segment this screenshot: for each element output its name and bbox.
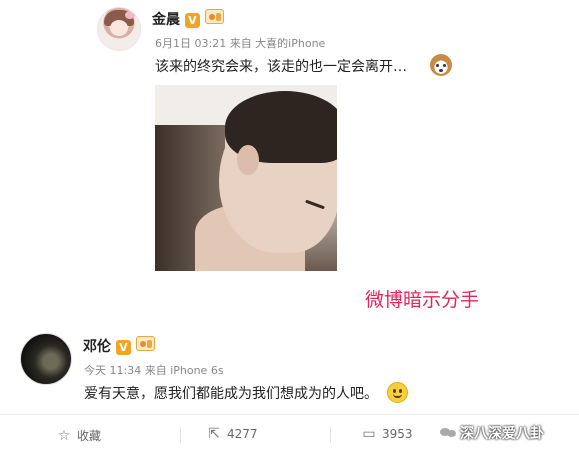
post2-header: 邓伦 V (83, 336, 155, 356)
dog-emoji-icon (430, 54, 452, 76)
author-name[interactable]: 金晨 (152, 12, 180, 28)
repost-icon: ⇱ (208, 426, 220, 442)
watermark-text: 深八深爱八卦 (460, 426, 544, 442)
post-meta: 6月1日 03:21 来自 大喜的iPhone (155, 37, 326, 50)
post-meta: 今天 11:34 来自 iPhone 6s (84, 364, 224, 377)
member-level-icon (204, 9, 224, 24)
divider (180, 427, 181, 443)
comment-count: 3953 (382, 427, 413, 441)
verified-badge-icon: V (115, 340, 131, 355)
post1-header: 金晨 V (152, 9, 224, 29)
star-icon: ☆ (57, 427, 71, 444)
post-text: 该来的终究会来，该走的也一定会离开… (155, 59, 407, 75)
post-photo[interactable] (155, 85, 337, 271)
watermark: 深八深爱八卦 (440, 420, 572, 446)
comment-icon: ▭ (362, 426, 376, 442)
favorite-label: 收藏 (77, 429, 102, 443)
avatar[interactable] (97, 7, 141, 51)
repost-count: 4277 (227, 427, 258, 441)
smile-emoji-icon (387, 382, 408, 403)
member-level-icon (135, 336, 155, 351)
annotation-caption: 微博暗示分手 (365, 289, 480, 311)
author-name[interactable]: 邓伦 (83, 339, 111, 355)
favorite-button[interactable]: ☆ 收藏 (57, 427, 101, 444)
comment-button[interactable]: ▭ 3953 (362, 426, 413, 442)
wechat-logo-icon (440, 426, 456, 440)
post-text: 爱有天意，愿我们都能成为我们想成为的人吧。 (84, 386, 378, 402)
verified-badge-icon: V (184, 13, 200, 28)
divider (330, 427, 331, 443)
repost-button[interactable]: ⇱ 4277 (207, 426, 258, 442)
avatar[interactable] (20, 333, 72, 385)
